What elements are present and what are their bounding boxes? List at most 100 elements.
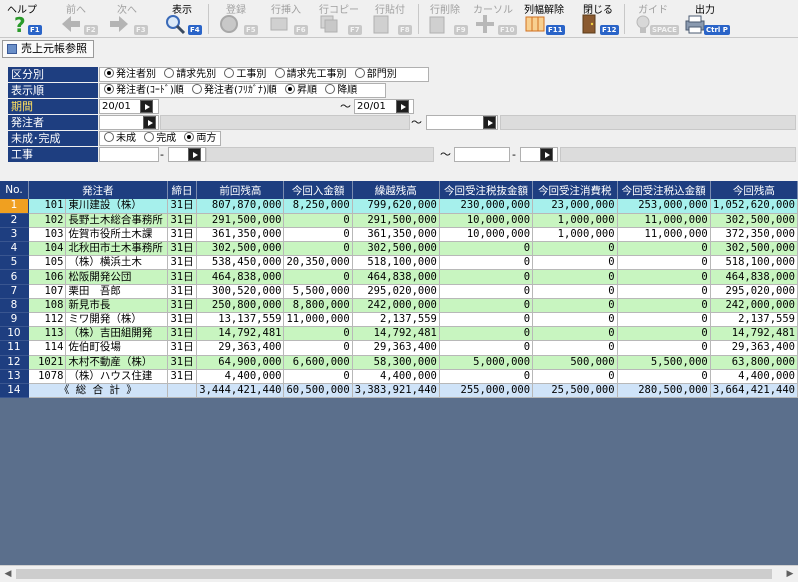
order-excl-tax-cell[interactable]: 0 [439,298,534,314]
closing-day-cell[interactable]: 31日 [167,312,198,328]
orderer-code-cell[interactable]: 1021 [28,355,67,370]
order-excl-tax-cell[interactable]: 0 [439,369,534,384]
order-radio-code[interactable]: 発注者(ｺｰﾄﾞ)順 [104,84,184,97]
row-number-cell[interactable]: 7 [0,284,29,299]
received-cell[interactable]: 0 [283,326,353,342]
division-radio-billing[interactable]: 請求先別 [164,68,216,81]
order-tax-cell[interactable]: 1,000,000 [532,227,618,243]
previous-balance-cell[interactable]: 29,363,400 [196,340,285,356]
received-cell[interactable]: 8,250,000 [283,199,353,214]
column-header-no[interactable]: No. [0,181,29,199]
horizontal-scrollbar[interactable]: ◀ ▶ [0,565,798,582]
order-incl-tax-cell[interactable]: 0 [617,326,711,342]
closing-day-cell[interactable]: 31日 [167,298,198,314]
order-tax-cell[interactable]: 0 [532,255,618,271]
division-radio-department[interactable]: 部門別 [354,68,397,81]
received-cell[interactable]: 11,000,000 [283,312,353,328]
previous-balance-cell[interactable]: 250,800,000 [196,298,285,314]
closing-day-cell[interactable]: 31日 [167,213,198,228]
received-cell[interactable]: 0 [283,369,353,384]
order-tax-cell[interactable]: 1,000,000 [532,213,618,228]
order-excl-tax-cell[interactable]: 5,000,000 [439,355,534,370]
close-button[interactable]: 閉じる F12 [574,0,622,38]
row-number-cell[interactable]: 2 [0,213,29,228]
carried-balance-cell[interactable]: 464,838,000 [352,269,440,285]
order-incl-tax-cell[interactable]: 0 [617,255,711,271]
previous-balance-cell[interactable]: 807,870,000 [196,199,285,214]
table-row[interactable]: 9 112 ミワ開発（株） 31日 13,137,559 11,000,000 2,137,… [0,312,798,328]
carried-balance-cell[interactable]: 242,000,000 [352,298,440,314]
orderer-code-cell[interactable]: 1078 [28,369,67,384]
order-excl-tax-cell[interactable]: 0 [439,326,534,342]
current-balance-cell[interactable]: 302,500,000 [710,213,798,228]
table-row[interactable]: 12 1021 木村不動産（株） 31日 64,900,000 6,600,000 58,3… [0,355,798,370]
closing-day-cell[interactable]: 31日 [167,241,198,257]
orderer-code-cell[interactable]: 101 [28,199,67,214]
received-cell[interactable]: 0 [283,269,353,285]
current-balance-cell[interactable]: 2,137,559 [710,312,798,328]
column-header-order-excl-tax[interactable]: 今回受注税抜金額 [439,181,534,199]
table-row-total[interactable]: 14 《 総 合 計 》 3,444,421,440 60,500,000 3,383,… [0,383,798,399]
current-balance-cell[interactable]: 295,020,000 [710,284,798,299]
status-radio-incomplete[interactable]: 未成 [104,132,136,145]
order-incl-tax-cell[interactable]: 0 [617,269,711,285]
scroll-left-icon[interactable]: ◀ [1,568,15,580]
closing-day-cell[interactable]: 31日 [167,355,198,370]
table-row[interactable]: 10 113 （株）吉田組開発 31日 14,792,481 0 14,792,481 0 0 0… [0,326,798,342]
orderer-name-cell[interactable]: （株）横浜土木 [65,255,168,271]
table-row[interactable]: 7 107 栗田 吾郎 31日 300,520,000 5,500,000 295,020,… [0,284,798,299]
help-button[interactable]: ヘルプ ? F1 [4,0,42,38]
column-header-previous-balance[interactable]: 前回残高 [196,181,285,199]
order-incl-tax-cell[interactable]: 11,000,000 [617,213,711,228]
table-row[interactable]: 4 104 北秋田市土木事務所 31日 302,500,000 0 302,500,000 0… [0,241,798,257]
closing-day-cell[interactable]: 31日 [167,227,198,243]
previous-balance-cell[interactable]: 361,350,000 [196,227,285,243]
row-number-cell[interactable]: 6 [0,269,29,285]
order-incl-tax-cell[interactable]: 0 [617,312,711,328]
previous-balance-cell[interactable]: 4,400,000 [196,369,285,384]
table-row[interactable]: 1 101 東川建設（株） 31日 807,870,000 8,250,000 799,62… [0,199,798,214]
order-tax-cell[interactable]: 500,000 [532,355,618,370]
current-balance-cell[interactable]: 242,000,000 [710,298,798,314]
row-insert-button[interactable]: 行挿入 F6 [264,0,308,38]
division-radio-billing-construction[interactable]: 請求先工事別 [274,68,347,81]
orderer-code-cell[interactable]: 104 [28,241,67,257]
next-button[interactable]: 次へ F3 [104,0,150,38]
received-cell[interactable]: 0 [283,241,353,257]
orderer-name-cell[interactable]: 松阪開発公団 [65,269,168,285]
row-paste-button[interactable]: 行貼付 F8 [366,0,414,38]
current-balance-cell[interactable]: 464,838,000 [710,269,798,285]
carried-balance-cell[interactable]: 295,020,000 [352,284,440,299]
order-tax-cell[interactable]: 0 [532,312,618,328]
orderer-code-cell[interactable]: 108 [28,298,67,314]
orderer-name-cell[interactable]: ミワ開発（株） [65,312,168,328]
current-balance-cell[interactable]: 29,363,400 [710,340,798,356]
table-row[interactable]: 8 108 新見市長 31日 250,800,000 8,800,000 242,000,0… [0,298,798,314]
orderer-name-cell[interactable]: 北秋田市土木事務所 [65,241,168,257]
orderer-name-cell[interactable]: 栗田 吾郎 [65,284,168,299]
previous-balance-cell[interactable]: 13,137,559 [196,312,285,328]
table-row[interactable]: 3 103 佐賀市役所土木課 31日 361,350,000 0 361,350,000 10… [0,227,798,243]
construction-from-picker-button[interactable] [188,148,201,161]
order-excl-tax-cell[interactable]: 0 [439,312,534,328]
orderer-name-cell[interactable]: 東川建設（株） [65,199,168,214]
table-row[interactable]: 5 105 （株）横浜土木 31日 538,450,000 20,350,000 518,1… [0,255,798,271]
current-balance-cell[interactable]: 1,052,620,000 [710,199,798,214]
division-radio-orderer[interactable]: 発注者別 [104,68,156,81]
carried-balance-cell[interactable]: 58,300,000 [352,355,440,370]
orderer-code-cell[interactable]: 105 [28,255,67,271]
tab-sales-ledger[interactable]: 売上元帳参照 [2,40,94,58]
row-number-cell[interactable]: 3 [0,227,29,243]
closing-day-cell[interactable]: 31日 [167,340,198,356]
register-button[interactable]: 登録 F5 [214,0,258,38]
order-incl-tax-cell[interactable]: 11,000,000 [617,227,711,243]
order-radio-ascending[interactable]: 昇順 [285,84,317,97]
column-header-closing-day[interactable]: 締日 [167,181,198,199]
orderer-code-cell[interactable]: 114 [28,340,67,356]
received-cell[interactable]: 20,350,000 [283,255,353,271]
received-cell[interactable]: 0 [283,340,353,356]
previous-balance-cell[interactable]: 464,838,000 [196,269,285,285]
previous-balance-cell[interactable]: 300,520,000 [196,284,285,299]
order-radio-kana[interactable]: 発注者(ﾌﾘｶﾞﾅ)順 [192,84,277,97]
previous-balance-cell[interactable]: 64,900,000 [196,355,285,370]
